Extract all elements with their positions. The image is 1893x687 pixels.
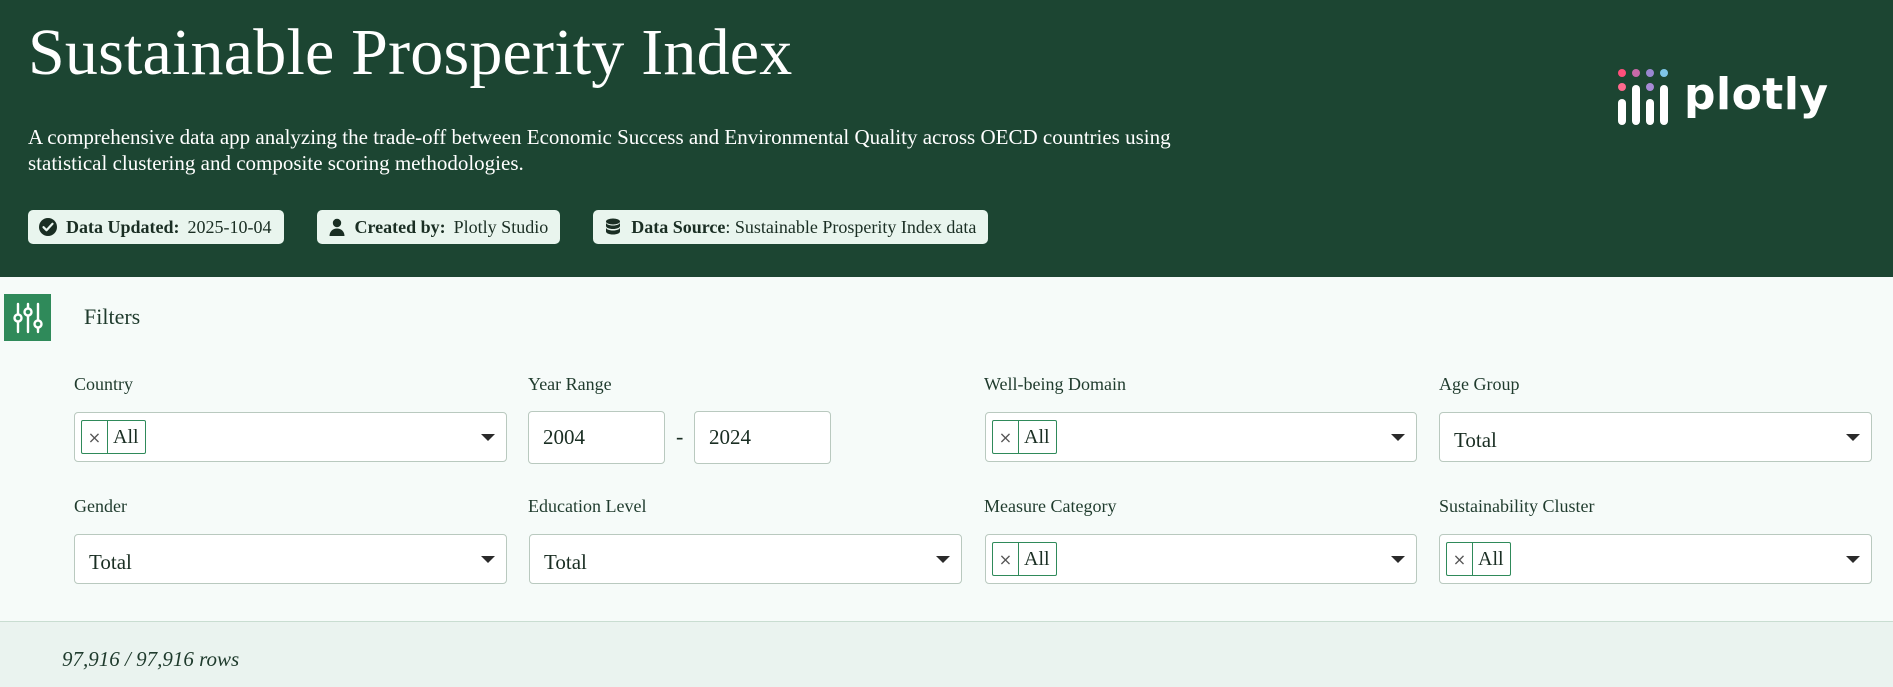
year-range-separator: - <box>676 424 684 449</box>
plotly-logo-icon <box>1618 69 1668 125</box>
check-circle-icon <box>39 218 57 236</box>
measure-tag-label: All <box>1024 547 1050 570</box>
country-select[interactable]: × All <box>74 412 507 462</box>
wellbeing-domain-select[interactable]: × All <box>985 412 1417 462</box>
wellbeing-tag-label: All <box>1024 425 1050 448</box>
sliders-icon <box>12 302 43 333</box>
chevron-down-icon[interactable] <box>1846 556 1860 563</box>
gender-select[interactable]: Total <box>74 534 507 584</box>
cluster-tag-remove-icon[interactable]: × <box>1447 543 1473 575</box>
filters-heading: Filters <box>84 304 141 329</box>
measure-tag-remove-icon[interactable]: × <box>993 543 1019 575</box>
wellbeing-domain-label: Well-being Domain <box>984 374 1127 394</box>
database-icon <box>606 218 621 235</box>
data-source-label: Data Source <box>631 216 726 237</box>
chevron-down-icon[interactable] <box>1391 556 1405 563</box>
wellbeing-tag-remove-icon[interactable]: × <box>993 421 1019 453</box>
data-updated-value: 2025-10-04 <box>187 216 272 237</box>
info-badges: Data Updated: 2025-10-04 Created by: Plotl… <box>28 210 989 244</box>
filters-toggle-button[interactable] <box>4 294 51 341</box>
results-bar <box>0 622 1893 687</box>
country-tag-label: All <box>113 425 139 448</box>
age-group-select[interactable]: Total <box>1439 412 1872 462</box>
year-end-input[interactable]: 2024 <box>694 411 831 464</box>
measure-category-select[interactable]: × All <box>985 534 1417 584</box>
chevron-down-icon[interactable] <box>481 434 495 441</box>
year-start-input[interactable]: 2004 <box>528 411 665 464</box>
sustainability-cluster-label: Sustainability Cluster <box>1439 496 1595 516</box>
country-tag-remove-icon[interactable]: × <box>82 421 108 453</box>
plotly-logo[interactable]: plotly <box>1616 67 1829 127</box>
cluster-tag-label: All <box>1478 547 1504 570</box>
chevron-down-icon[interactable] <box>481 556 495 563</box>
sustainability-cluster-select[interactable]: × All <box>1439 534 1872 584</box>
education-level-value: Total <box>544 550 587 574</box>
user-icon <box>329 218 345 236</box>
age-group-label: Age Group <box>1439 374 1520 394</box>
created-by-value: Plotly Studio <box>453 216 549 237</box>
gender-label: Gender <box>74 496 127 516</box>
age-group-value: Total <box>1454 428 1497 452</box>
app-header: Sustainable Prosperity Index A comprehen… <box>0 0 1893 277</box>
chevron-down-icon[interactable] <box>1391 434 1405 441</box>
country-label: Country <box>74 374 134 394</box>
year-range-label: Year Range <box>528 374 612 394</box>
country-tag: × All <box>81 420 146 454</box>
row-count: 97,916 / 97,916 rows <box>62 647 240 671</box>
data-updated-badge: Data Updated: 2025-10-04 <box>28 210 284 244</box>
wellbeing-domain-tag: × All <box>992 420 1057 454</box>
data-source-value: : Sustainable Prosperity Index data <box>725 216 977 237</box>
gender-value: Total <box>89 550 132 574</box>
chevron-down-icon[interactable] <box>936 556 950 563</box>
created-by-badge: Created by: Plotly Studio <box>316 210 561 244</box>
education-level-label: Education Level <box>528 496 647 516</box>
sustainability-cluster-tag: × All <box>1446 542 1511 576</box>
measure-category-tag: × All <box>992 542 1057 576</box>
page-title: Sustainable Prosperity Index <box>28 16 793 89</box>
education-level-select[interactable]: Total <box>529 534 962 584</box>
data-updated-label: Data Updated: <box>66 216 180 237</box>
data-source-badge: Data Source: Sustainable Prosperity Inde… <box>593 210 989 244</box>
plotly-logo-text: plotly <box>1684 68 1829 120</box>
measure-category-label: Measure Category <box>984 496 1117 516</box>
chevron-down-icon[interactable] <box>1846 434 1860 441</box>
created-by-label: Created by: <box>354 216 446 237</box>
page-description: A comprehensive data app analyzing the t… <box>28 125 1171 175</box>
